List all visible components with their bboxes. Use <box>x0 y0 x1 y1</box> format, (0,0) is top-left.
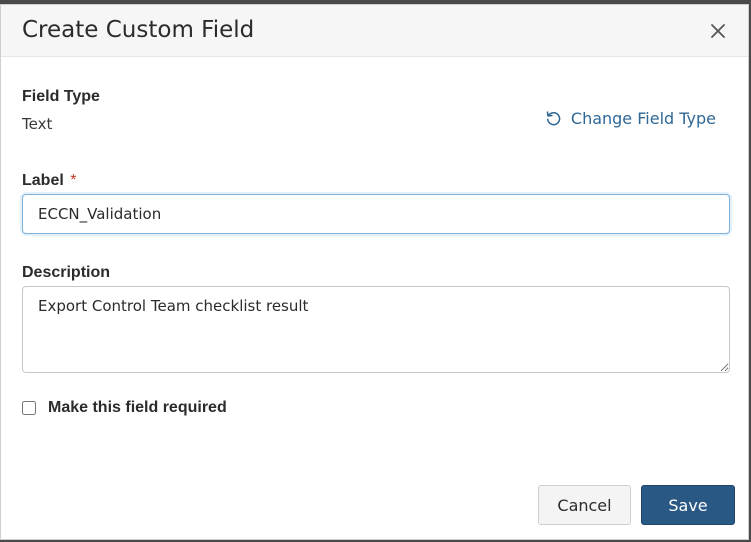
dialog-title: Create Custom Field <box>22 17 255 43</box>
make-required-label[interactable]: Make this field required <box>48 399 227 417</box>
create-custom-field-dialog: Create Custom Field Field Type Text Chan… <box>0 4 749 540</box>
close-icon <box>711 24 725 38</box>
label-input[interactable] <box>22 194 730 234</box>
dialog-header: Create Custom Field <box>1 5 748 57</box>
cancel-button[interactable]: Cancel <box>538 485 631 525</box>
make-required-checkbox[interactable] <box>22 401 36 415</box>
label-field-label-text: Label <box>22 172 64 189</box>
required-marker: * <box>70 172 77 189</box>
label-field-label: Label * <box>22 172 76 190</box>
rotate-ccw-icon <box>546 111 561 126</box>
change-field-type-link[interactable]: Change Field Type <box>545 109 716 128</box>
field-type-label: Field Type <box>22 88 100 105</box>
field-type-value: Text <box>22 115 53 133</box>
description-label: Description <box>22 264 111 281</box>
close-button[interactable] <box>708 21 728 41</box>
save-button[interactable]: Save <box>641 485 735 525</box>
required-row[interactable]: Make this field required <box>22 399 227 417</box>
change-field-type-label: Change Field Type <box>570 109 716 128</box>
description-textarea[interactable]: Export Control Team checklist result <box>22 286 730 373</box>
